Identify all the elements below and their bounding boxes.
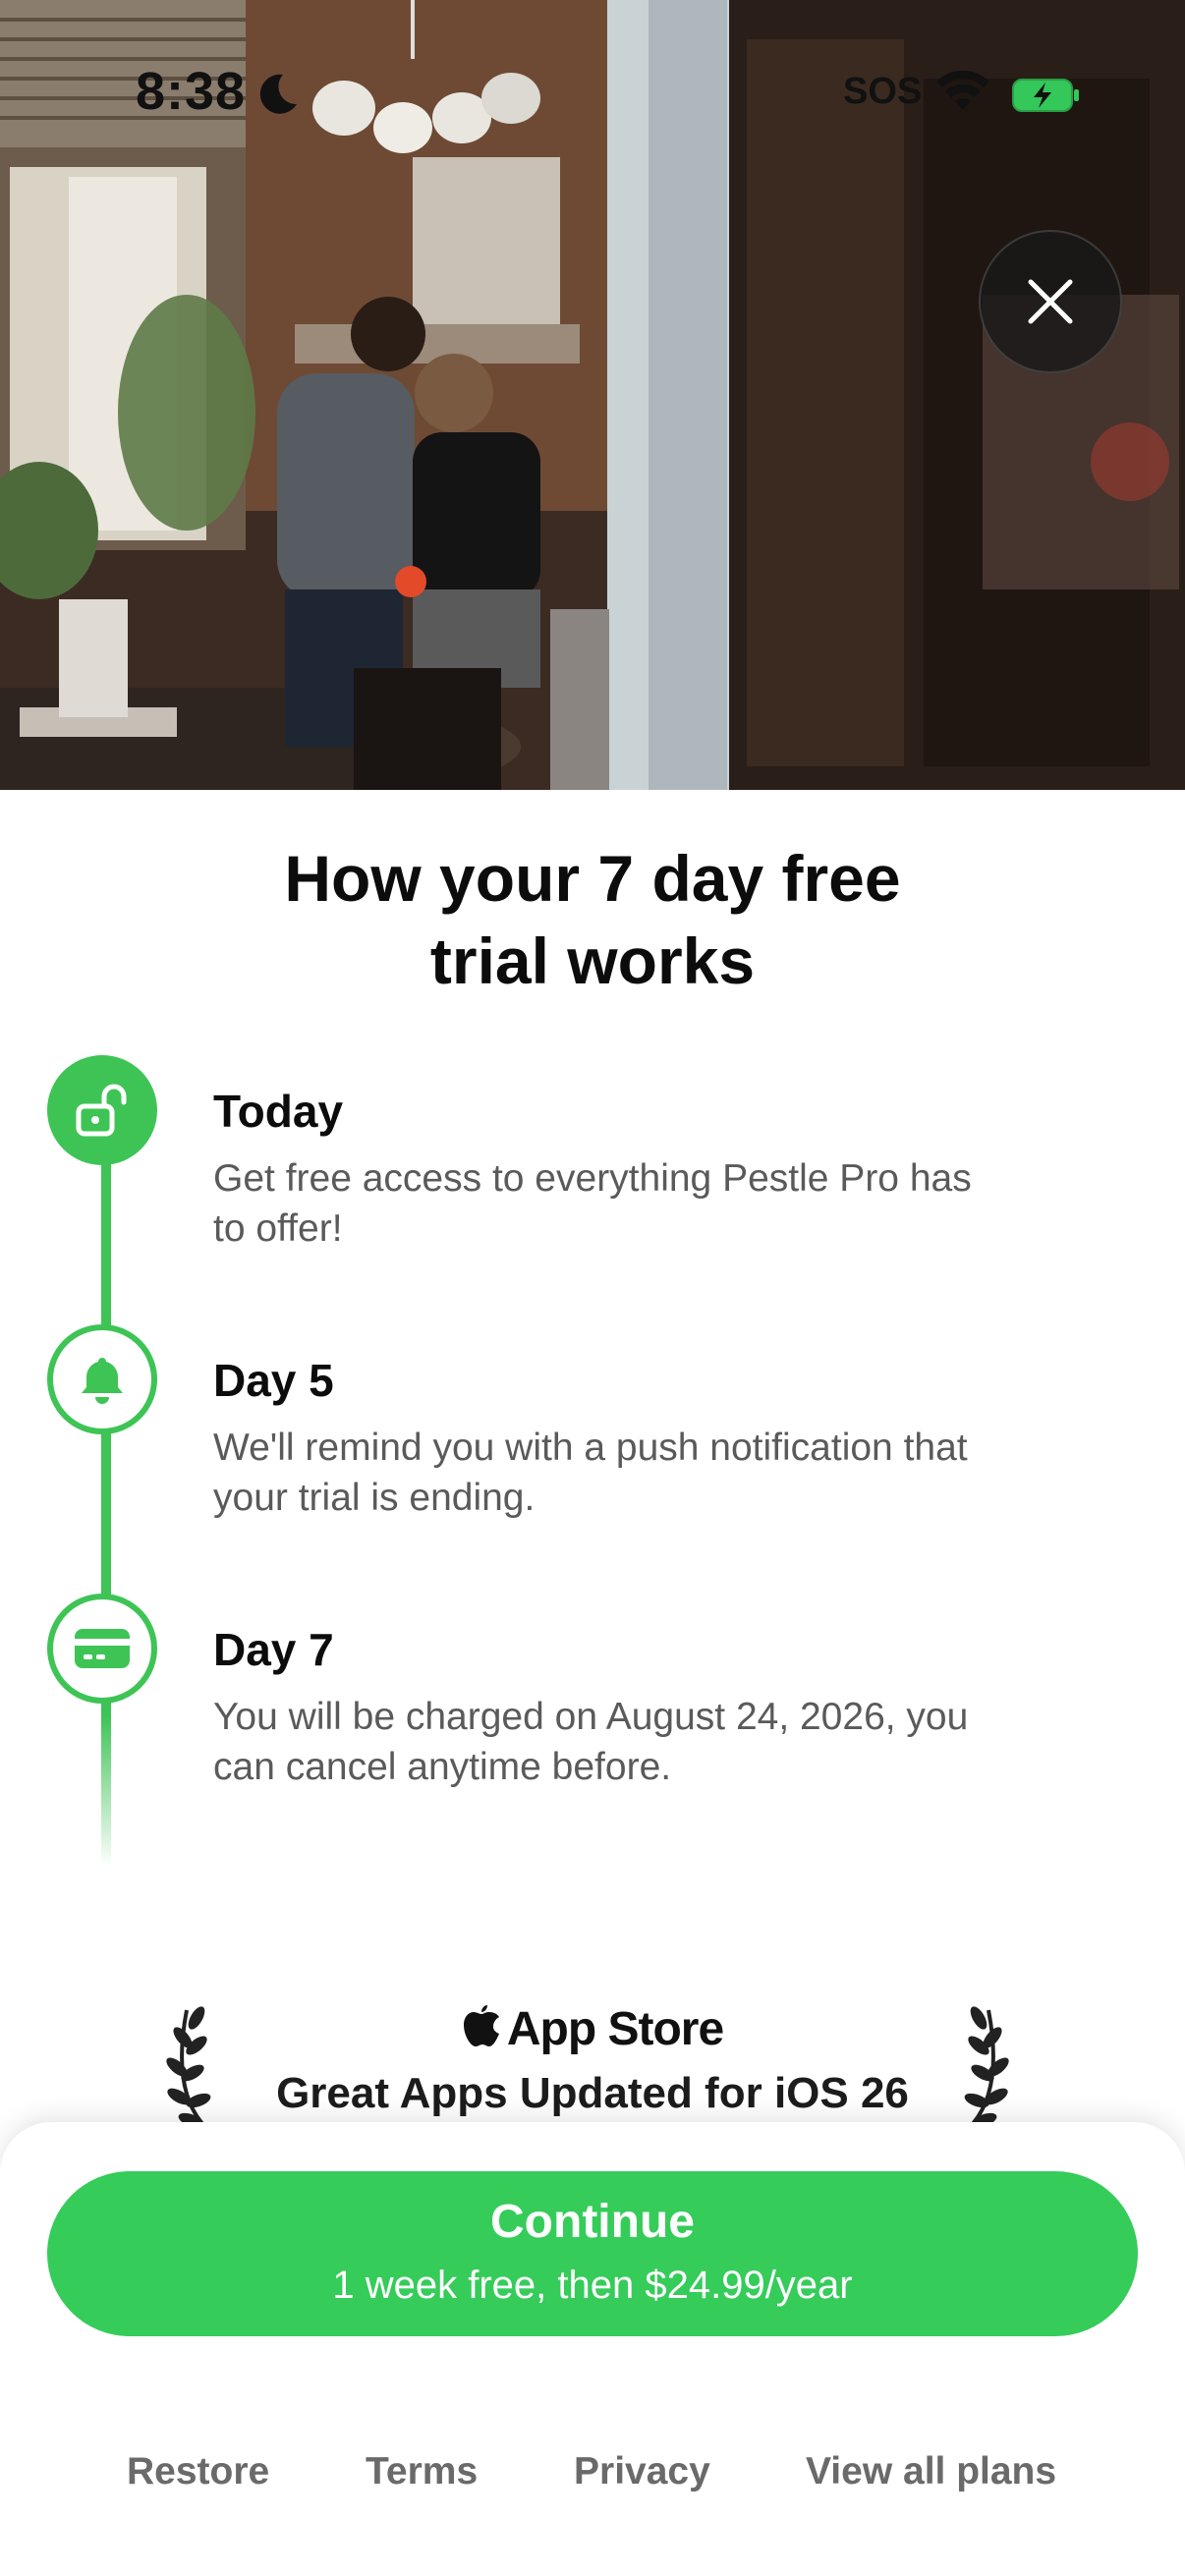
desc-line: We'll remind you with a push notificatio… (213, 1427, 968, 1469)
timeline-step-title: Day 5 (213, 1355, 334, 1406)
timeline-step-description: We'll remind you with a push notificatio… (213, 1423, 1098, 1523)
app-store-award: App Store Great Apps Updated for iOS 26 (0, 1992, 1185, 2130)
sos-indicator: SOS (843, 71, 923, 112)
wifi-icon (936, 71, 989, 110)
close-button[interactable] (979, 230, 1122, 373)
desc-line: your trial is ending. (213, 1477, 536, 1519)
moon-icon (259, 74, 297, 114)
timeline-step-title: Today (213, 1086, 344, 1137)
page-title: How your 7 day free trial works (0, 837, 1185, 1002)
unlock-icon (76, 1084, 127, 1137)
desc-line: to offer! (213, 1207, 343, 1250)
continue-price-label: 1 week free, then $24.99/year (332, 2264, 853, 2307)
timeline-step-day5-badge (47, 1324, 157, 1434)
apple-logo-icon (463, 2005, 499, 2046)
status-time: 8:38 (136, 62, 247, 121)
timeline-step-day7-badge (47, 1594, 157, 1704)
title-line-2: trial works (429, 924, 756, 997)
timeline-track (101, 1110, 111, 1867)
desc-line: Get free access to everything Pestle Pro… (213, 1157, 972, 1200)
hero-photo: 8:38 SOS (0, 0, 1185, 790)
bell-icon (82, 1358, 123, 1404)
battery-charging-icon (1012, 79, 1079, 112)
privacy-link[interactable]: Privacy (574, 2450, 710, 2493)
close-icon (1028, 279, 1073, 324)
award-store-label: App Store (506, 2003, 724, 2055)
view-all-plans-link[interactable]: View all plans (806, 2450, 1056, 2493)
continue-button[interactable]: Continue 1 week free, then $24.99/year (47, 2171, 1138, 2336)
continue-label: Continue (490, 2196, 695, 2248)
desc-line: can cancel anytime before. (213, 1746, 672, 1788)
purchase-sheet: Continue 1 week free, then $24.99/year R… (0, 2122, 1185, 2576)
desc-line: You will be charged on August 24, 2026, … (213, 1696, 969, 1738)
credit-card-icon (75, 1629, 130, 1668)
timeline-step-description: Get free access to everything Pestle Pro… (213, 1153, 1098, 1254)
timeline-step-description: You will be charged on August 24, 2026, … (213, 1692, 1098, 1792)
laurel-right-icon (964, 2006, 1009, 2130)
timeline-step-title: Day 7 (213, 1624, 334, 1675)
terms-link[interactable]: Terms (366, 2450, 478, 2493)
title-line-1: How your 7 day free (284, 842, 901, 915)
timeline-step-today-badge (47, 1055, 157, 1165)
restore-link[interactable]: Restore (127, 2450, 269, 2493)
